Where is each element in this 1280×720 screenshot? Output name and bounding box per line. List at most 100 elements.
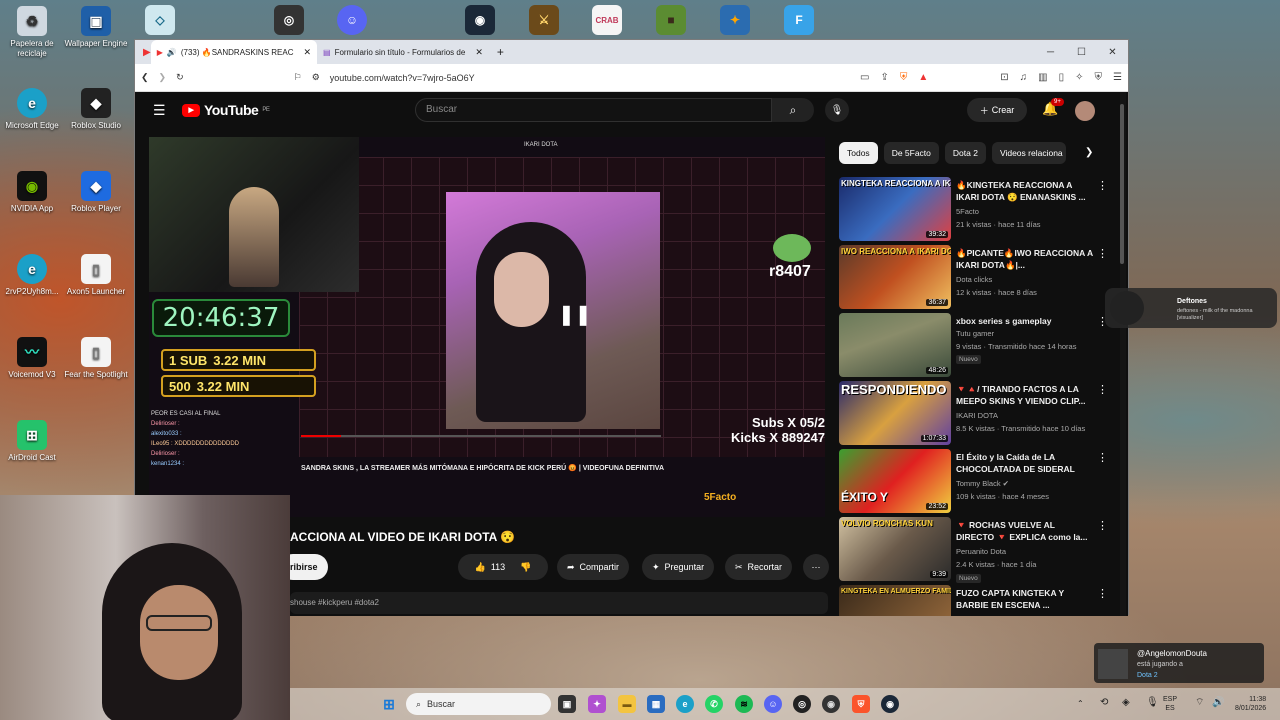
share-button[interactable]: ➦ Compartir: [557, 554, 630, 580]
close-tab-icon[interactable]: ✕: [475, 47, 483, 58]
share-icon[interactable]: ⇪: [880, 72, 888, 83]
cast-icon[interactable]: ▭: [860, 72, 869, 83]
discord-icon[interactable]: ☺: [337, 5, 367, 35]
app-icon[interactable]: ◇: [145, 5, 175, 35]
minecraft-icon[interactable]: ■: [656, 5, 686, 35]
dislike-icon[interactable]: 👎: [520, 562, 531, 573]
media-widget[interactable]: Deftones deftones - milk of the madonna …: [1105, 288, 1277, 328]
more-vert-icon[interactable]: ⋮: [1097, 587, 1108, 600]
desktop-icon-wallpaper-engine[interactable]: ▣ Wallpaper Engine: [59, 6, 133, 49]
pause-icon[interactable]: ❚❚: [558, 302, 592, 327]
bookmark-icon[interactable]: ⚐: [294, 72, 302, 83]
language-indicator[interactable]: ESP ES: [1163, 695, 1177, 713]
store-icon[interactable]: ▦: [647, 695, 665, 713]
maximize-icon[interactable]: ☐: [1066, 40, 1097, 64]
spotify-icon[interactable]: ≋: [735, 695, 753, 713]
page-scrollbar[interactable]: [1120, 92, 1126, 616]
clip-button[interactable]: ✂ Recortar: [725, 554, 793, 580]
reader-icon[interactable]: ▯: [1059, 72, 1065, 83]
desktop-icon-roblox-player[interactable]: ◆ Roblox Player: [59, 171, 133, 214]
screenshot-icon[interactable]: ⊡: [1000, 72, 1008, 83]
tab-youtube[interactable]: ▶ 🔊 (733) 🔥SANDRASKINS REAC ✕: [150, 40, 318, 64]
video-player[interactable]: 20:46:37 1 SUB 3.22 MIN 500 3.22 MIN PEOR …: [149, 137, 825, 517]
back-icon[interactable]: ❮: [141, 72, 149, 83]
new-tab-button[interactable]: +: [489, 45, 512, 59]
dota2-icon[interactable]: ⚔: [529, 5, 559, 35]
vpn-icon[interactable]: ⛨: [1095, 72, 1103, 83]
clock[interactable]: 11:38 8/01/2026: [1235, 695, 1266, 713]
recommendation-item[interactable]: ÉXITO Y 23:52 El Éxito y la Caída de LA C…: [839, 449, 1109, 517]
tab-forms[interactable]: ▤ Formulario sin título - Formularios de…: [317, 40, 489, 64]
chip-dota2[interactable]: Dota 2: [944, 142, 986, 164]
file-explorer-icon[interactable]: ▬: [618, 695, 636, 713]
avatar[interactable]: [1075, 101, 1095, 121]
url-field[interactable]: youtube.com/watch?v=7wjro-5aO6Y: [330, 73, 475, 83]
description-box[interactable]: shouse #kickperu #dota2: [290, 592, 828, 614]
like-icon[interactable]: 👍: [475, 562, 486, 573]
more-vert-icon[interactable]: ⋮: [1097, 383, 1108, 396]
search-input[interactable]: Buscar: [415, 98, 772, 122]
chip-5facto[interactable]: De 5Facto: [883, 142, 939, 164]
task-view-icon[interactable]: ▣: [558, 695, 576, 713]
obs-icon[interactable]: ◎: [793, 695, 811, 713]
rewards-icon[interactable]: ▲: [918, 72, 928, 83]
search-button[interactable]: ⌕: [772, 98, 814, 122]
wifi-icon[interactable]: ⌔: [1195, 698, 1204, 708]
more-vert-icon[interactable]: ⋮: [1097, 247, 1108, 260]
more-vert-icon[interactable]: ⋮: [1097, 519, 1108, 532]
more-actions-button[interactable]: ⋯: [803, 554, 829, 580]
copilot-icon[interactable]: ✦: [588, 695, 606, 713]
brave-icon[interactable]: ⛨: [852, 695, 870, 713]
menu-icon[interactable]: ☰: [1113, 72, 1122, 83]
desktop-icon-axon5[interactable]: ▯ Axon5 Launcher: [59, 254, 133, 297]
csgo-icon[interactable]: ✦: [720, 5, 750, 35]
desktop-icon-roblox-studio[interactable]: ◆ Roblox Studio: [59, 88, 133, 131]
discord-icon[interactable]: ☺: [764, 695, 782, 713]
chevron-right-icon[interactable]: ❯: [1085, 147, 1093, 158]
brave-shield-icon[interactable]: ⛨: [900, 72, 908, 83]
youtube-logo[interactable]: ▶ YouTube PE: [182, 102, 270, 118]
start-icon[interactable]: ⊞: [380, 695, 398, 713]
hamburger-icon[interactable]: ☰: [153, 102, 166, 119]
more-vert-icon[interactable]: ⋮: [1097, 179, 1108, 192]
reload-icon[interactable]: ↻: [176, 72, 184, 83]
f-app-icon[interactable]: F: [784, 5, 814, 35]
ask-button[interactable]: ✦ Preguntar: [642, 554, 715, 580]
tray-app-icon[interactable]: ⟲: [1100, 698, 1108, 708]
whatsapp-icon[interactable]: ✆: [705, 695, 723, 713]
desktop-icon-airdroid[interactable]: ⊞ AirDroid Cast: [0, 420, 69, 463]
edge-icon[interactable]: e: [676, 695, 694, 713]
extensions-icon[interactable]: ✧: [1075, 72, 1083, 83]
tray-app-icon[interactable]: ◈: [1122, 698, 1130, 708]
app-icon[interactable]: ◉: [822, 695, 840, 713]
create-button[interactable]: ＋ Crear: [967, 98, 1027, 122]
volume-icon[interactable]: 🔊: [1212, 698, 1224, 708]
site-info-icon[interactable]: ⚙: [312, 72, 320, 83]
recommendation-item[interactable]: RESPONDIENDO 1:07:33 🔻🔺/ TIRANDO FACTOS A…: [839, 381, 1109, 449]
steam-notification[interactable]: @AngelomonDouta está jugando a Dota 2: [1094, 643, 1264, 683]
chip-related[interactable]: Videos relaciona: [991, 142, 1066, 164]
obs-icon[interactable]: ◎: [274, 5, 304, 35]
taskbar-search[interactable]: ⌕ Buscar: [406, 693, 551, 715]
forward-icon[interactable]: ❯: [159, 72, 167, 83]
crab-game-icon[interactable]: CRAB: [592, 5, 622, 35]
chevron-up-icon[interactable]: ⌃: [1077, 699, 1084, 708]
close-window-icon[interactable]: ✕: [1097, 40, 1128, 64]
chip-all[interactable]: Todos: [839, 142, 878, 164]
inner-progress-bar[interactable]: [301, 435, 661, 437]
recommendation-item[interactable]: KINGTEKA REACCIONA A IKARI DOTA39:32 🔥KI…: [839, 177, 1109, 245]
close-tab-icon[interactable]: ✕: [303, 47, 311, 58]
mic-icon[interactable]: 🎙: [1146, 698, 1159, 708]
voice-search-button[interactable]: 🎙: [825, 98, 849, 122]
steam-icon[interactable]: ◉: [465, 5, 495, 35]
music-icon[interactable]: ♫: [1020, 72, 1028, 83]
steam-icon[interactable]: ◉: [881, 695, 899, 713]
recommendation-item[interactable]: VOLVIO RONCHAS KUN 9:39 🔻 ROCHAS VUELVE A…: [839, 517, 1109, 585]
recommendation-item[interactable]: 48:26 xbox series s gameplay Tutu gamer …: [839, 313, 1109, 381]
desktop-icon-fear-the-spotlight[interactable]: ▯ Fear the Spotlight: [59, 337, 133, 380]
recommendation-item[interactable]: IWO REACCIONA A IKARI DOTA 36:37 🔥PICANTE…: [839, 245, 1109, 313]
recommendation-item[interactable]: KINGTEKA EN ALMUERZO FAMILIAR FUZO CAPTA…: [839, 585, 1109, 616]
minimize-icon[interactable]: ─: [1035, 40, 1066, 64]
more-vert-icon[interactable]: ⋮: [1097, 451, 1108, 464]
sidebar-icon[interactable]: ▥: [1038, 72, 1047, 83]
